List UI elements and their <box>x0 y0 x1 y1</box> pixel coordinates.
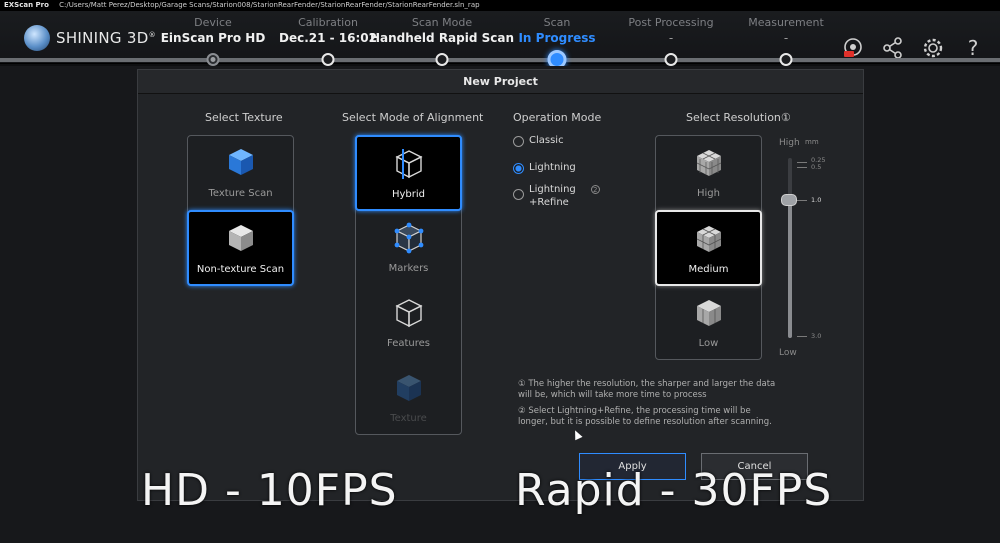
features-option[interactable]: Features <box>356 286 461 359</box>
step-label: Scan Mode <box>411 16 473 29</box>
step-dot-calibration <box>321 53 335 66</box>
scale-tick <box>797 336 807 337</box>
step-scan-mode[interactable]: Scan Mode Handheld Rapid Scan <box>370 16 514 46</box>
features-cube-icon <box>394 297 424 333</box>
step-dot-scan-mode <box>435 53 449 66</box>
step-value: EinScan Pro HD <box>160 31 266 45</box>
resolution-slider-thumb[interactable] <box>781 194 797 206</box>
resolution-slider-track[interactable] <box>788 158 792 338</box>
resolution-low-option[interactable]: Low <box>656 286 761 359</box>
option-label: Non-texture Scan <box>196 264 285 275</box>
markers-option[interactable]: Markers <box>356 211 461 284</box>
note-refine: ② Select Lightning+Refine, the processin… <box>518 406 772 427</box>
logo-globe-icon <box>24 25 50 51</box>
scale-label: 3.0 <box>811 332 822 340</box>
radio-lightning-refine[interactable]: Lightning +Refine 2 <box>513 183 600 209</box>
step-value: In Progress <box>518 31 596 45</box>
dialog-title: New Project <box>138 70 863 94</box>
non-texture-scan-option[interactable]: Non-texture Scan <box>187 210 294 286</box>
step-value: - <box>783 31 789 45</box>
caption-right: Rapid - 30FPS <box>515 465 833 516</box>
option-label: Low <box>698 338 719 349</box>
scale-tick <box>797 167 807 168</box>
resolution-title: Select Resolution① <box>686 111 791 124</box>
radio-lightning[interactable]: Lightning <box>513 162 576 174</box>
info-icon[interactable]: 2 <box>590 185 600 194</box>
slider-unit: mm <box>805 138 819 146</box>
workflow-header: SHINING 3D® Device EinScan Pro HD Calibr… <box>0 11 1000 64</box>
radio-button[interactable] <box>513 163 524 174</box>
scale-tick <box>797 200 807 201</box>
option-label: Features <box>387 338 430 349</box>
step-value: - <box>668 31 674 45</box>
scale-label: 0.5 <box>811 163 822 171</box>
file-path: C:/Users/Matt Perez/Desktop/Garage Scans… <box>59 1 480 9</box>
svg-text:?: ? <box>968 36 979 60</box>
new-project-dialog: New Project Select Texture Select Mode o… <box>137 69 864 501</box>
scale-tick <box>797 162 807 163</box>
window-title-bar: EXScan Pro C:/Users/Matt Perez/Desktop/G… <box>0 0 1000 11</box>
radio-label: Lightning <box>529 162 576 173</box>
dense-cube-icon <box>694 147 724 183</box>
logo: SHINING 3D® <box>24 25 156 51</box>
resolution-medium-option[interactable]: Medium <box>655 210 762 286</box>
markers-cube-icon <box>394 222 424 258</box>
step-post-processing[interactable]: Post Processing - <box>628 16 713 46</box>
workflow-progress-line <box>0 58 1000 62</box>
step-calibration[interactable]: Calibration Dec.21 - 16:02 <box>279 16 377 46</box>
step-measurement[interactable]: Measurement - <box>748 16 824 46</box>
step-label: Scan <box>543 16 571 29</box>
step-device[interactable]: Device EinScan Pro HD <box>161 16 266 46</box>
cube-gray-icon <box>227 223 255 257</box>
radio-label: Classic <box>529 135 564 146</box>
hybrid-cube-icon <box>394 148 424 184</box>
radio-button[interactable] <box>513 189 524 200</box>
radio-button[interactable] <box>513 136 524 147</box>
step-value: Dec.21 - 16:02 <box>278 31 378 45</box>
resolution-panel: High Medium Low <box>655 135 762 360</box>
app-name: EXScan Pro <box>4 1 49 9</box>
alignment-panel: Hybrid Markers Features Texture <box>355 135 462 435</box>
logo-text: SHINING 3D® <box>56 29 156 47</box>
slider-high-label: High <box>779 138 800 148</box>
texture-scan-option[interactable]: Texture Scan <box>188 136 293 209</box>
texture-cube-icon <box>394 372 424 408</box>
slider-fill <box>788 200 792 338</box>
note-resolution: ① The higher the resolution, the sharper… <box>518 379 776 400</box>
texture-title: Select Texture <box>205 111 283 124</box>
hybrid-option[interactable]: Hybrid <box>355 135 462 211</box>
resolution-high-option[interactable]: High <box>656 136 761 209</box>
option-label: Texture <box>390 413 427 424</box>
cube-color-icon <box>227 147 255 181</box>
slider-low-label: Low <box>779 348 797 358</box>
step-dot-post-processing <box>664 53 678 66</box>
step-dot-device <box>206 53 220 66</box>
step-label: Measurement <box>748 16 824 29</box>
radio-label: Lightning +Refine <box>529 184 576 208</box>
step-value: Handheld Rapid Scan <box>369 31 515 45</box>
option-label: Hybrid <box>391 189 426 200</box>
option-label: Medium <box>688 264 729 275</box>
operation-title: Operation Mode <box>513 111 602 124</box>
option-label: Texture Scan <box>208 188 273 199</box>
option-label: Markers <box>388 263 429 274</box>
caption-left: HD - 10FPS <box>141 465 398 516</box>
step-scan[interactable]: Scan In Progress <box>518 16 595 46</box>
texture-alignment-option[interactable]: Texture <box>356 361 461 434</box>
step-label: Calibration <box>298 16 358 29</box>
radio-classic[interactable]: Classic <box>513 135 564 147</box>
step-label: Post Processing <box>628 16 714 29</box>
option-label: High <box>697 188 720 199</box>
alignment-title: Select Mode of Alignment <box>342 111 484 124</box>
sparse-cube-icon <box>694 297 724 333</box>
step-dot-measurement <box>779 53 793 66</box>
texture-panel: Texture Scan Non-texture Scan <box>187 135 294 286</box>
scale-label: 1.0 <box>811 196 822 204</box>
medium-cube-icon <box>694 223 724 259</box>
step-label: Device <box>194 16 232 29</box>
